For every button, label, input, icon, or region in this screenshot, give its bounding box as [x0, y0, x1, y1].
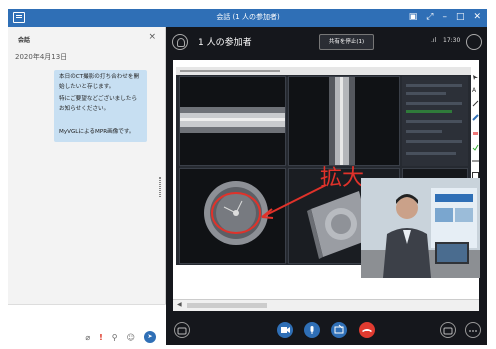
signal-icon: .ıl — [431, 37, 437, 44]
chat-message: MyVGLによるMPR画像です。 — [54, 125, 147, 142]
chat-close-button[interactable]: × — [148, 32, 156, 42]
app-menu-icon[interactable] — [13, 12, 25, 23]
scrollbar-thumb[interactable] — [187, 303, 267, 308]
chat-panel: 会話 × 2020年4月13日 本日のCT撮影の打ち合わせを開始したいと存じます… — [8, 27, 166, 345]
meeting-stage: 1 人の参加者 共有を停止(1) .ıl 17:30 拡大 A ◀ — [166, 27, 487, 345]
add-participant-icon[interactable] — [466, 34, 482, 50]
eraser-tool-icon[interactable] — [472, 122, 479, 135]
text-tool-icon[interactable]: A — [472, 78, 479, 94]
device-icon[interactable] — [440, 322, 456, 338]
chat-input-area[interactable]: ⌀ ! ⚲ ☺ ➤ — [8, 304, 166, 345]
chat-message-line: 特にご要望などございましたらお知らせください。 — [59, 96, 138, 112]
link-icon[interactable]: ⚲ — [112, 333, 118, 342]
chat-header: 会話 × — [8, 27, 166, 49]
panel-resize-handle[interactable] — [159, 177, 161, 197]
meeting-top-bar: 1 人の参加者 共有を停止(1) .ıl 17:30 — [166, 27, 487, 57]
send-icon[interactable]: ➤ — [144, 331, 156, 343]
layout-icon[interactable]: ▣ — [409, 11, 418, 23]
stop-sharing-button[interactable]: 共有を停止(1) — [319, 34, 374, 50]
horizontal-scrollbar[interactable]: ◀ — [173, 299, 479, 311]
check-tool-icon[interactable] — [472, 136, 479, 151]
scroll-left-icon[interactable]: ◀ — [177, 301, 182, 308]
participants-icon[interactable] — [172, 34, 188, 50]
close-icon[interactable]: ✕ — [473, 11, 481, 23]
chat-message: 本日のCT撮影の打ち合わせを開始したいと存じます。 特にご要望などございましたら… — [54, 70, 147, 128]
priority-icon[interactable]: ! — [99, 333, 103, 342]
select-tool-icon[interactable] — [472, 66, 479, 80]
chat-date: 2020年4月13日 — [15, 53, 68, 61]
call-control-bar — [166, 316, 487, 345]
annotation-text: 拡大 — [320, 166, 364, 191]
expand-icon[interactable]: ⤢ — [426, 11, 433, 23]
chat-header-label: 会話 — [18, 37, 31, 44]
minimize-icon[interactable]: – — [442, 11, 447, 23]
video-feed-image — [361, 178, 480, 278]
window-controls: ▣ ⤢ – □ ✕ — [409, 11, 481, 23]
camera-icon[interactable] — [277, 322, 293, 338]
emoji-icon[interactable]: ☺ — [127, 333, 135, 342]
highlighter-tool-icon[interactable] — [472, 106, 479, 121]
window-title: 会話 (1 人の参加者) — [216, 13, 280, 21]
maximize-icon[interactable]: □ — [456, 11, 465, 23]
chat-message-line: 本日のCT撮影の打ち合わせを開始したいと存じます。 — [59, 74, 140, 90]
mic-icon[interactable] — [304, 322, 320, 338]
pen-tool-icon[interactable] — [472, 92, 479, 107]
line-tool-icon[interactable] — [472, 150, 479, 162]
chat-icon[interactable] — [174, 322, 190, 338]
image-tool-icon[interactable] — [472, 164, 479, 179]
chat-input-tools: ⌀ ! ⚲ ☺ ➤ — [85, 331, 156, 343]
chat-message-line: MyVGLによるMPR画像です。 — [59, 129, 135, 135]
meeting-time: 17:30 — [443, 37, 461, 44]
paperclip-icon[interactable]: ⌀ — [85, 333, 90, 342]
self-video-preview — [361, 178, 480, 278]
hangup-icon[interactable] — [359, 322, 375, 338]
participant-count: 1 人の参加者 — [198, 38, 252, 48]
title-bar: 会話 (1 人の参加者) ▣ ⤢ – □ ✕ — [8, 9, 487, 27]
share-icon[interactable] — [331, 322, 347, 338]
more-icon[interactable] — [465, 322, 481, 338]
